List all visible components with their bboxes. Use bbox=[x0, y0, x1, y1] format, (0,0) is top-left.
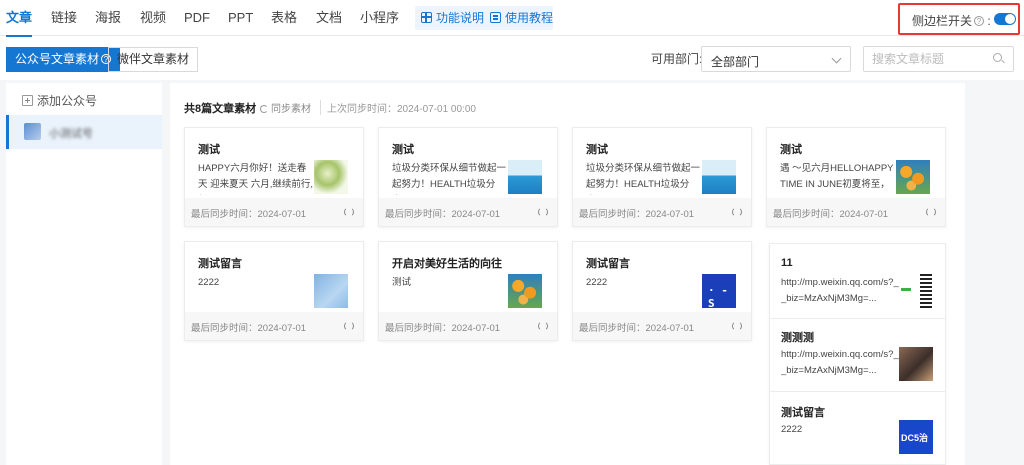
avatar bbox=[24, 123, 41, 140]
account-name: 小测试号 bbox=[49, 128, 93, 140]
tab-sheet[interactable]: 表格 bbox=[271, 0, 297, 36]
feature-guide-label: 功能说明 bbox=[436, 11, 485, 25]
card-desc: http://mp.weixin.qq.com/s?_ _biz=MzAxNjM… bbox=[781, 277, 899, 304]
dept-select-value: 全部部门 bbox=[711, 55, 760, 69]
tab-poster[interactable]: 海报 bbox=[95, 0, 121, 36]
card-title: 测试留言 bbox=[586, 258, 630, 270]
card-thumbnail bbox=[702, 160, 736, 194]
tutorial-label: 使用教程 bbox=[505, 11, 554, 25]
card-thumbnail bbox=[899, 347, 933, 381]
stack-item[interactable]: 11 http://mp.weixin.qq.com/s?_ _biz=MzAx… bbox=[770, 244, 945, 318]
card-sync-time: 最后同步时间：2024-07-01 bbox=[191, 323, 307, 334]
card-thumbnail bbox=[896, 160, 930, 194]
card-title: 11 bbox=[781, 257, 793, 269]
card-desc: 测试 bbox=[392, 277, 412, 288]
article-card[interactable]: 开启对美好生活的向往 测试 最后同步时间：2024-07-01 bbox=[378, 241, 558, 341]
card-thumbnail bbox=[314, 160, 348, 194]
card-desc: 垃圾分类环保从细节做起一起努力！HEALTH垃圾分类... bbox=[586, 163, 701, 190]
card-sync-time: 最后同步时间：2024-07-01 bbox=[385, 323, 501, 334]
article-card[interactable]: 测试 遇 ～见六月HELLOHAPPY TIME IN JUNE初夏将至，开..… bbox=[766, 127, 946, 227]
sync-icon[interactable] bbox=[344, 207, 354, 217]
stack-item[interactable]: 测测测 http://mp.weixin.qq.com/s?_ _biz=MzA… bbox=[770, 319, 945, 391]
sidebar-toggle-text: 侧边栏开关? : bbox=[912, 14, 991, 28]
card-title: 测试 bbox=[780, 144, 802, 156]
card-title: 测测测 bbox=[781, 332, 814, 344]
card-sync-time: 最后同步时间：2024-07-01 bbox=[191, 209, 307, 220]
card-desc: 2222 bbox=[586, 277, 608, 288]
card-sync-time: 最后同步时间：2024-07-01 bbox=[579, 209, 695, 220]
tab-miniprogram[interactable]: 小程序 bbox=[360, 0, 399, 36]
tab-pdf[interactable]: PDF bbox=[184, 0, 210, 36]
help-links: 功能说明 使用教程 bbox=[415, 6, 553, 30]
tab-link[interactable]: 链接 bbox=[51, 0, 77, 36]
article-card[interactable]: 测试 垃圾分类环保从细节做起一起努力！HEALTH垃圾分类... 最后同步时间：… bbox=[572, 127, 752, 227]
dept-select[interactable]: 全部部门 bbox=[701, 46, 851, 72]
search-input[interactable] bbox=[863, 46, 1014, 72]
article-card[interactable]: 测试 HAPPY六月你好！送走春天 迎来夏天 六月,继续前行,新... 最后同步… bbox=[184, 127, 364, 227]
card-thumbnail bbox=[508, 160, 542, 194]
sync-icon[interactable] bbox=[538, 207, 548, 217]
sync-button[interactable]: 同步素材 bbox=[260, 100, 311, 115]
refresh-icon bbox=[260, 105, 268, 113]
feature-guide-link[interactable]: 功能说明 bbox=[420, 6, 485, 30]
document-icon bbox=[490, 12, 501, 23]
tab-article[interactable]: 文章 bbox=[6, 0, 33, 37]
sidebar-toggle-area: 侧边栏开关? : bbox=[898, 3, 1020, 35]
account-item[interactable]: 小测试号 bbox=[6, 115, 162, 149]
search-icon[interactable] bbox=[993, 53, 1002, 62]
card-title: 测试 bbox=[586, 144, 608, 156]
card-thumbnail bbox=[899, 274, 933, 308]
card-thumbnail bbox=[899, 420, 933, 454]
card-desc: http://mp.weixin.qq.com/s?_ _biz=MzAxNjM… bbox=[781, 349, 899, 376]
article-count: 共8篇文章素材 bbox=[184, 103, 257, 115]
card-title: 开启对美好生活的向往 bbox=[392, 258, 502, 270]
card-sync-time: 最后同步时间：2024-07-01 bbox=[385, 209, 501, 220]
article-card[interactable]: 测试 垃圾分类环保从细节做起一起努力！HEALTH垃圾分类... 最后同步时间：… bbox=[378, 127, 558, 227]
sync-icon[interactable] bbox=[538, 321, 548, 331]
card-thumbnail bbox=[508, 274, 542, 308]
plus-icon bbox=[22, 95, 33, 106]
sync-icon[interactable] bbox=[732, 207, 742, 217]
tab-doc[interactable]: 文档 bbox=[316, 0, 342, 36]
card-title: 测试 bbox=[392, 144, 414, 156]
card-desc: 垃圾分类环保从细节做起一起努力！HEALTH垃圾分类... bbox=[392, 163, 507, 190]
question-icon[interactable]: ? bbox=[974, 16, 985, 26]
card-title: 测试留言 bbox=[781, 407, 825, 419]
segment-weiban-articles[interactable]: 微伴文章素材 bbox=[108, 47, 199, 72]
segment-official-articles[interactable]: 公众号文章素材? bbox=[6, 47, 121, 72]
card-title: 测试 bbox=[198, 144, 220, 156]
tab-video[interactable]: 视频 bbox=[140, 0, 166, 36]
sync-icon[interactable] bbox=[732, 321, 742, 331]
card-sync-time: 最后同步时间：2024-07-01 bbox=[579, 323, 695, 334]
tutorial-link[interactable]: 使用教程 bbox=[490, 6, 553, 30]
add-account-button[interactable]: 添加公众号 bbox=[22, 92, 97, 109]
grid-icon bbox=[420, 11, 432, 23]
card-desc: 遇 ～见六月HELLOHAPPY TIME IN JUNE初夏将至，开... bbox=[780, 163, 894, 190]
card-desc: 2222 bbox=[781, 424, 803, 435]
chevron-down-icon bbox=[831, 53, 842, 64]
card-thumbnail bbox=[314, 274, 348, 308]
article-card[interactable]: 测试留言 2222 最后同步时间：2024-07-01 bbox=[572, 241, 752, 341]
tab-ppt[interactable]: PPT bbox=[228, 0, 253, 36]
sync-icon[interactable] bbox=[344, 321, 354, 331]
card-title: 测试留言 bbox=[198, 258, 242, 270]
account-sidebar: 添加公众号 小测试号 bbox=[6, 83, 162, 465]
card-sync-time: 最后同步时间：2024-07-01 bbox=[773, 209, 889, 220]
top-nav: 文章 链接 海报 视频 PDF PPT 表格 文档 小程序 功能说明 使用教程 … bbox=[0, 0, 1024, 37]
multi-article-card[interactable]: 11 http://mp.weixin.qq.com/s?_ _biz=MzAx… bbox=[769, 243, 946, 465]
card-desc: 2222 bbox=[198, 277, 220, 288]
sidebar-toggle-switch[interactable] bbox=[994, 13, 1016, 25]
last-sync-time: 上次同步时间：2024-07-01 00:00 bbox=[320, 100, 476, 115]
stack-item[interactable]: 测试留言 2222 bbox=[770, 392, 945, 465]
article-card[interactable]: 测试留言 2222 最后同步时间：2024-07-01 bbox=[184, 241, 364, 341]
card-desc: HAPPY六月你好！送走春天 迎来夏天 六月,继续前行,新... bbox=[198, 163, 314, 190]
sync-icon[interactable] bbox=[926, 207, 936, 217]
dept-label: 可用部门: bbox=[651, 52, 703, 66]
card-thumbnail bbox=[702, 274, 736, 310]
